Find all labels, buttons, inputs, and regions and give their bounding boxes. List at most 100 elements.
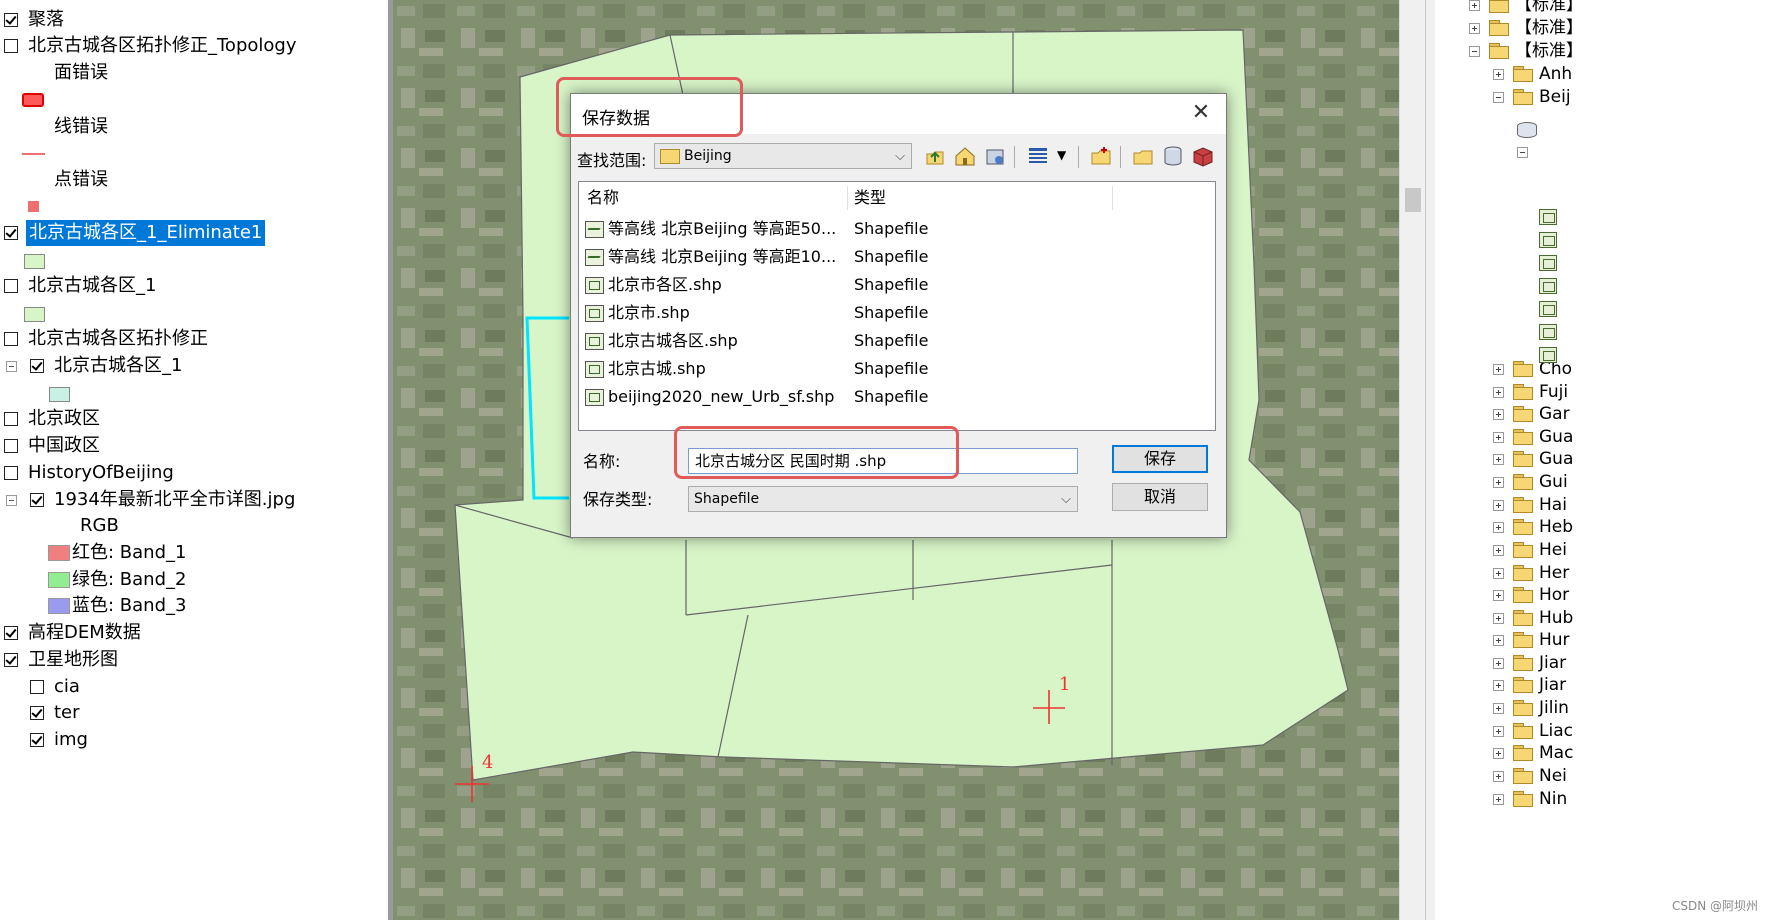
file-list-row[interactable]: 等高线 北京Beijing 等高距10... Shapefile: [585, 243, 928, 271]
file-list-row[interactable]: 北京市各区.shp Shapefile: [585, 271, 928, 299]
expand-toggle[interactable]: [1493, 454, 1504, 465]
column-header-type[interactable]: 类型: [854, 182, 886, 214]
expand-toggle[interactable]: [1493, 545, 1504, 556]
collapse-toggle[interactable]: [1517, 147, 1528, 158]
view-list-icon[interactable]: [1026, 144, 1050, 168]
expand-toggle[interactable]: [1493, 387, 1504, 398]
layer-checkbox[interactable]: [30, 733, 44, 747]
database-icon[interactable]: [1161, 144, 1185, 168]
file-name-cell: 等高线 北京Beijing 等高距10...: [608, 247, 837, 266]
expand-toggle[interactable]: [1469, 23, 1480, 34]
layer-checkbox[interactable]: [4, 39, 18, 53]
map-vertical-scrollbar[interactable]: [1399, 0, 1426, 920]
file-name-input[interactable]: 北京古城分区 民国时期 .shp: [688, 448, 1078, 474]
catalog-item-label: Jilin: [1539, 698, 1569, 718]
column-separator[interactable]: [1112, 186, 1113, 210]
expand-toggle[interactable]: [1493, 680, 1504, 691]
layer-checkbox[interactable]: [30, 359, 44, 373]
catalog-item-label: Mac: [1539, 743, 1574, 763]
collapse-toggle[interactable]: [6, 361, 17, 372]
layer-checkbox[interactable]: [4, 226, 18, 240]
view-dropdown-icon[interactable]: ▼: [1057, 148, 1066, 162]
catalog-item-label: Nin: [1539, 789, 1568, 809]
catalog-item-label: Heb: [1539, 517, 1574, 537]
layer-checkbox[interactable]: [4, 626, 18, 640]
expand-toggle[interactable]: [1493, 69, 1504, 80]
close-icon[interactable]: ✕: [1190, 102, 1212, 124]
control-point-label: 4: [482, 752, 494, 773]
connect-folder-icon[interactable]: [983, 144, 1007, 168]
save-data-dialog: 保存数据 ✕ 查找范围: Beijing ⌵ ▼ 名称 类型 等高线 北京Bei…: [570, 93, 1227, 538]
legend-label: RGB: [80, 515, 119, 536]
file-list-row[interactable]: beijing2020_new_Urb_sf.shp Shapefile: [585, 383, 928, 411]
expand-toggle[interactable]: [1493, 658, 1504, 669]
collapse-toggle[interactable]: [1493, 92, 1504, 103]
collapse-toggle[interactable]: [1469, 46, 1480, 57]
cancel-button[interactable]: 取消: [1112, 483, 1208, 511]
layer-checkbox[interactable]: [4, 653, 18, 667]
chevron-down-icon: ⌵: [1061, 492, 1071, 507]
layer-checkbox[interactable]: [30, 680, 44, 694]
up-one-level-icon[interactable]: [923, 144, 947, 168]
layer-checkbox[interactable]: [4, 13, 18, 27]
dialog-title: 保存数据: [582, 109, 650, 129]
catalog-item-label: Hor: [1539, 585, 1570, 605]
layer-label: ter: [54, 702, 80, 723]
folder-icon: [1513, 768, 1533, 784]
file-list-row[interactable]: 等高线 北京Beijing 等高距50... Shapefile: [585, 215, 928, 243]
layer-checkbox[interactable]: [30, 706, 44, 720]
collapse-toggle[interactable]: [6, 495, 17, 506]
expand-toggle[interactable]: [1493, 432, 1504, 443]
column-header-name[interactable]: 名称: [587, 182, 619, 214]
file-list[interactable]: 名称 类型 等高线 北京Beijing 等高距50... Shapefile 等高线…: [578, 181, 1216, 431]
layer-checkbox[interactable]: [4, 332, 18, 346]
expand-toggle[interactable]: [1493, 748, 1504, 759]
new-folder-icon[interactable]: [1089, 144, 1113, 168]
file-name-cell: 北京市.shp: [608, 303, 690, 322]
file-list-row[interactable]: 北京古城.shp Shapefile: [585, 355, 928, 383]
polygon-feature-icon: [1539, 209, 1557, 225]
expand-toggle[interactable]: [1493, 771, 1504, 782]
line-feature-icon: [1539, 324, 1557, 340]
expand-toggle[interactable]: [1493, 477, 1504, 488]
catalog-item-label: Gar: [1539, 404, 1570, 424]
file-list-row[interactable]: 北京古城各区.shp Shapefile: [585, 327, 928, 355]
column-separator[interactable]: [847, 186, 848, 210]
layer-checkbox[interactable]: [30, 493, 44, 507]
save-type-label: 保存类型:: [583, 490, 653, 509]
expand-toggle[interactable]: [1493, 364, 1504, 375]
layer-checkbox[interactable]: [4, 439, 18, 453]
scroll-thumb[interactable]: [1405, 188, 1421, 212]
geodatabase-icon: [1517, 122, 1537, 138]
polygon-feature-icon: [1539, 232, 1557, 248]
layer-checkbox[interactable]: [4, 412, 18, 426]
folder-icon[interactable]: [1131, 144, 1155, 168]
folder-icon: [1513, 610, 1533, 626]
expand-toggle[interactable]: [1493, 703, 1504, 714]
home-folder-icon[interactable]: [953, 144, 977, 168]
folder-icon: [1513, 587, 1533, 603]
file-type-cell: Shapefile: [854, 275, 929, 294]
expand-toggle[interactable]: [1493, 409, 1504, 420]
layer-label-selected[interactable]: 北京古城各区_1_Eliminate1: [24, 219, 267, 247]
expand-toggle[interactable]: [1493, 590, 1504, 601]
expand-toggle[interactable]: [1469, 0, 1480, 11]
catalog-tree-panel: 【标准】 【标准】 【标准】 Anh Beij Cho Fuji Gar Gua Gua Gui Ha…: [1435, 0, 1766, 920]
expand-toggle[interactable]: [1493, 794, 1504, 805]
expand-toggle[interactable]: [1493, 613, 1504, 624]
expand-toggle[interactable]: [1493, 568, 1504, 579]
save-type-combobox[interactable]: Shapefile ⌵: [688, 486, 1078, 512]
expand-toggle[interactable]: [1493, 635, 1504, 646]
polygon-shapefile-icon: [585, 305, 604, 322]
look-in-combobox[interactable]: Beijing ⌵: [654, 143, 912, 169]
layer-checkbox[interactable]: [4, 279, 18, 293]
save-type-value: Shapefile: [694, 491, 760, 507]
polygon-error-swatch: [22, 93, 44, 107]
expand-toggle[interactable]: [1493, 500, 1504, 511]
expand-toggle[interactable]: [1493, 726, 1504, 737]
file-list-row[interactable]: 北京市.shp Shapefile: [585, 299, 928, 327]
expand-toggle[interactable]: [1493, 522, 1504, 533]
layer-checkbox[interactable]: [4, 466, 18, 480]
toolbox-icon[interactable]: [1191, 144, 1215, 168]
save-button[interactable]: 保存: [1112, 445, 1208, 473]
